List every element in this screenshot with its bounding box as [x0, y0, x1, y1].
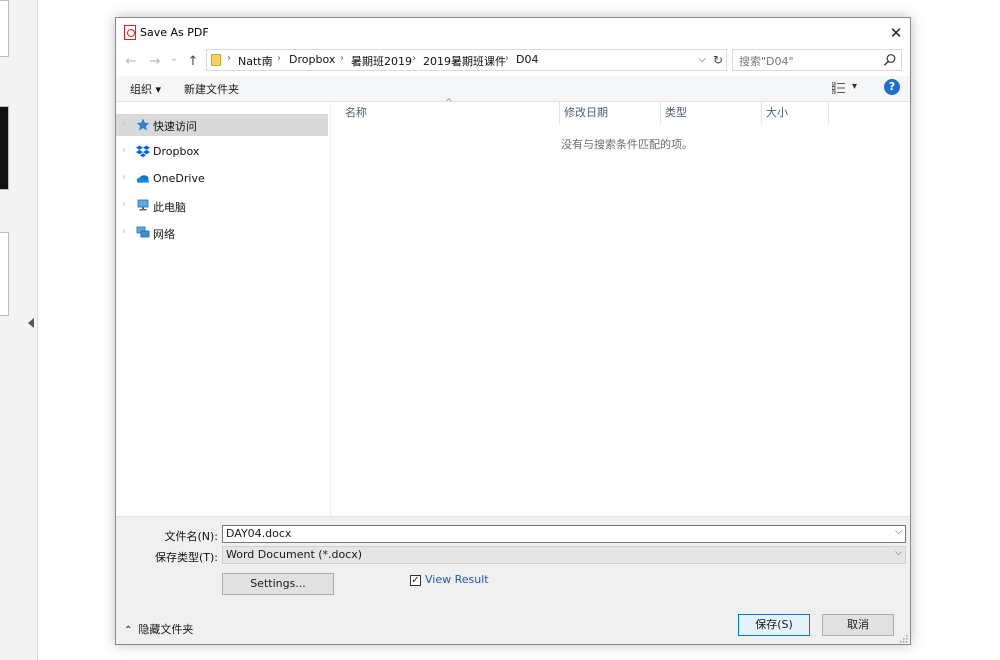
breadcrumb-separator: › — [340, 53, 344, 64]
sort-ascending-icon: ^ — [445, 98, 453, 108]
hide-folders-label: 隐藏文件夹 — [138, 623, 194, 636]
view-result-label[interactable]: View Result — [425, 573, 489, 586]
save-button[interactable]: 保存(S) — [738, 614, 810, 636]
collapse-panel-icon[interactable] — [28, 318, 34, 328]
save-options-panel: 文件名(N): DAY04.docx ⌵ 保存类型(T): Word Docum… — [116, 516, 910, 644]
column-divider[interactable] — [660, 102, 661, 124]
recent-locations-button[interactable]: ⌄ — [168, 49, 180, 69]
breadcrumb-item[interactable]: D04 — [516, 53, 538, 66]
title-bar: Save As PDF ✕ — [116, 18, 910, 48]
toolbar: 组织 ▾ 新建文件夹 ▾ ? — [116, 76, 910, 102]
details-view-icon — [832, 82, 845, 94]
nav-item-label: Dropbox — [153, 145, 200, 158]
filetype-select[interactable]: Word Document (*.docx) ⌵ — [222, 546, 906, 564]
background-app-sidebar — [0, 0, 38, 660]
close-button[interactable]: ✕ — [882, 20, 910, 46]
empty-results-message: 没有与搜索条件匹配的项。 — [561, 138, 693, 151]
address-history-dropdown[interactable]: ⌵ — [695, 52, 709, 68]
breadcrumb-separator: › — [412, 53, 416, 64]
breadcrumb-separator: › — [277, 53, 281, 64]
forward-button[interactable]: → — [146, 52, 164, 72]
page-thumbnail — [0, 232, 9, 316]
breadcrumb-item[interactable]: Dropbox — [289, 53, 335, 66]
up-button[interactable]: ↑ — [184, 52, 202, 72]
column-divider[interactable] — [761, 102, 762, 124]
expand-chevron-icon[interactable]: › — [122, 226, 126, 237]
search-input[interactable]: 搜索"D04" — [732, 49, 902, 71]
dropbox-icon — [136, 145, 150, 158]
pdf-file-icon — [124, 25, 136, 40]
filetype-value: Word Document (*.docx) — [226, 548, 363, 561]
breadcrumb-separator: › — [227, 53, 231, 64]
breadcrumb-item[interactable]: 2019暑期班课件 — [423, 53, 506, 69]
refresh-icon[interactable]: ↻ — [711, 51, 725, 69]
column-header-type[interactable]: 类型 — [665, 104, 687, 126]
change-view-button[interactable]: ▾ — [832, 80, 862, 98]
nav-item-label: OneDrive — [153, 172, 205, 185]
page-thumbnail — [0, 106, 9, 190]
chevron-down-icon: ▾ — [852, 81, 858, 92]
search-icon[interactable] — [883, 53, 897, 67]
column-header-date-modified[interactable]: 修改日期 — [564, 104, 608, 126]
page-thumbnail — [0, 0, 9, 57]
breadcrumb-item[interactable]: 暑期班2019 — [351, 53, 412, 69]
filetype-label: 保存类型(T): — [154, 551, 218, 564]
settings-button[interactable]: Settings... — [222, 573, 334, 595]
breadcrumb-separator: › — [505, 53, 509, 64]
star-icon — [136, 118, 150, 131]
nav-item-label: 快速访问 — [153, 120, 197, 133]
folder-icon — [211, 54, 221, 66]
expand-chevron-icon[interactable]: › — [122, 199, 126, 210]
column-divider[interactable] — [559, 102, 560, 124]
navigation-pane: › 快速访问 › Dropbox › OneDrive › 此电脑 › 网络 — [116, 102, 330, 516]
nav-item-label: 网络 — [153, 228, 175, 241]
column-header-size[interactable]: 大小 — [766, 104, 788, 126]
nav-item-label: 此电脑 — [153, 201, 186, 214]
chevron-down-icon: ⌵ — [895, 548, 902, 558]
view-result-checkbox[interactable]: ✓ — [410, 575, 421, 586]
nav-item-this-pc[interactable]: › 此电脑 — [116, 195, 328, 217]
column-header-name[interactable]: 名称 — [345, 104, 367, 126]
cloud-icon — [136, 175, 149, 183]
breadcrumb-item[interactable]: Natt南 — [238, 53, 273, 69]
new-folder-button[interactable]: 新建文件夹 — [184, 81, 239, 97]
nav-item-quick-access[interactable]: › 快速访问 — [116, 114, 328, 136]
filename-input[interactable]: DAY04.docx ⌵ — [222, 525, 906, 543]
save-as-pdf-dialog: Save As PDF ✕ ← → ⌄ ↑ › Natt南 › Dropbox … — [115, 17, 911, 645]
cancel-button[interactable]: 取消 — [822, 614, 894, 636]
nav-item-onedrive[interactable]: › OneDrive — [116, 168, 328, 190]
resize-grip-icon[interactable] — [900, 635, 908, 643]
file-list[interactable]: ^ 名称 修改日期 类型 大小 没有与搜索条件匹配的项。 — [331, 98, 910, 516]
column-divider[interactable] — [828, 102, 829, 124]
network-icon — [136, 226, 150, 238]
nav-item-dropbox[interactable]: › Dropbox — [116, 141, 328, 163]
expand-chevron-icon[interactable]: › — [122, 118, 126, 129]
filename-label: 文件名(N): — [164, 530, 218, 543]
nav-item-network[interactable]: › 网络 — [116, 222, 328, 244]
search-placeholder: 搜索"D04" — [739, 55, 794, 68]
hide-folders-button[interactable]: ⌃ 隐藏文件夹 — [124, 621, 193, 637]
help-button[interactable]: ? — [884, 79, 900, 95]
organize-button[interactable]: 组织 ▾ — [130, 81, 161, 97]
back-button[interactable]: ← — [122, 52, 140, 72]
chevron-down-icon[interactable]: ⌵ — [895, 527, 902, 537]
computer-icon — [137, 199, 149, 211]
filename-value: DAY04.docx — [226, 527, 292, 540]
background-app-area — [912, 0, 1000, 660]
expand-chevron-icon[interactable]: › — [122, 145, 126, 156]
address-bar[interactable]: › Natt南 › Dropbox › 暑期班2019 › 2019暑期班课件 … — [206, 49, 727, 71]
expand-chevron-icon[interactable]: › — [122, 172, 126, 183]
chevron-up-icon: ⌃ — [124, 625, 133, 636]
dialog-title: Save As PDF — [140, 26, 209, 39]
